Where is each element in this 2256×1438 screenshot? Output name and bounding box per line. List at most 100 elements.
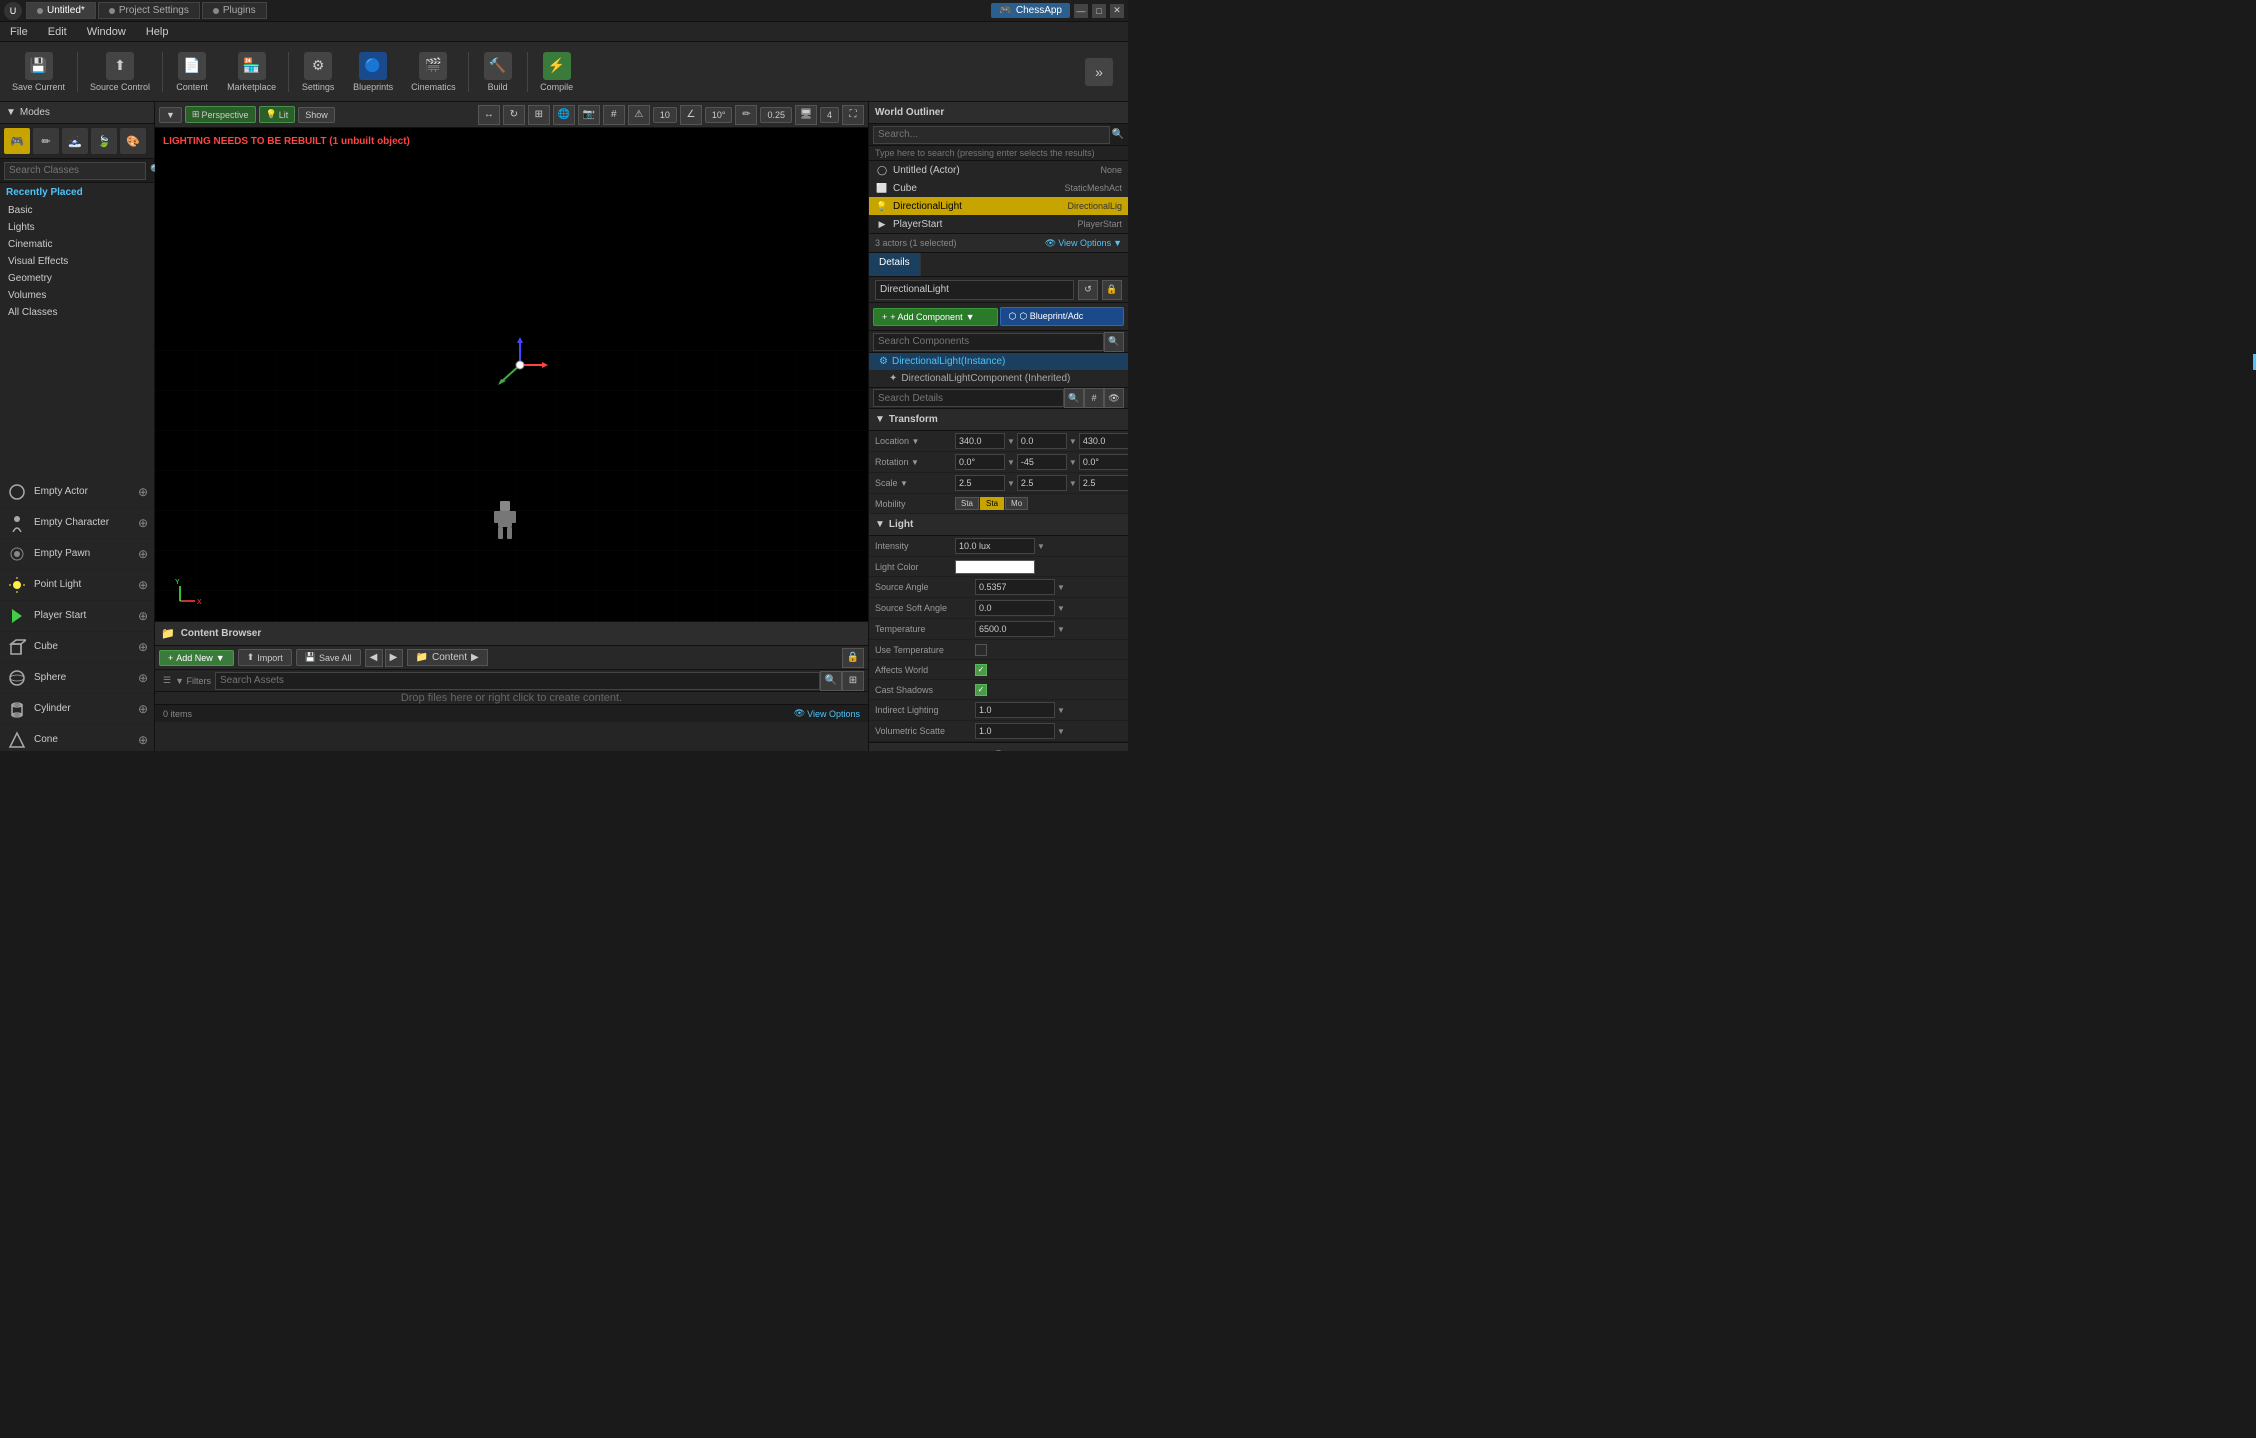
temperature-input[interactable] [975, 621, 1055, 637]
minimize-button[interactable]: — [1074, 4, 1088, 18]
screen-btn[interactable]: 🖥 [795, 105, 817, 125]
mobility-stationary-btn[interactable]: Sta [980, 497, 1004, 510]
scale-value-btn[interactable]: 0.25 [760, 107, 792, 123]
details-refresh-btn[interactable]: ↺ [1078, 280, 1098, 300]
search-details-input[interactable] [873, 389, 1064, 407]
mode-foliage[interactable]: 🍃 [91, 128, 117, 154]
search-assets-input[interactable] [215, 672, 820, 690]
blueprint-button[interactable]: ⬡ ⬡ Blueprint/Adc [1000, 307, 1125, 326]
rotation-z-input[interactable] [1079, 454, 1128, 470]
source-control-button[interactable]: ⬆ Source Control [82, 48, 158, 96]
world-btn[interactable]: 🌐 [553, 105, 575, 125]
category-cinematic[interactable]: Cinematic [0, 236, 154, 253]
viewport-dropdown-btn[interactable]: ▼ [159, 107, 182, 123]
component-item-instance[interactable]: ⚙ DirectionalLight(Instance) [869, 353, 1128, 370]
component-item-inherited[interactable]: ✦ DirectionalLightComponent (Inherited) [869, 370, 1128, 387]
tab-project-settings[interactable]: Project Settings [98, 2, 200, 19]
settings-button[interactable]: ⚙ Settings [293, 48, 343, 96]
affects-world-checkbox[interactable]: ✓ [975, 664, 987, 676]
menu-window[interactable]: Window [83, 26, 130, 38]
category-basic[interactable]: Basic [0, 202, 154, 219]
angle-btn[interactable]: 10° [705, 107, 733, 123]
paint-icon-btn[interactable]: ✏ [735, 105, 757, 125]
place-item-point-light[interactable]: Point Light ⊕ [0, 570, 154, 601]
place-item-empty-actor[interactable]: Empty Actor ⊕ [0, 477, 154, 508]
outliner-item-3[interactable]: ▶ PlayerStart PlayerStart [869, 215, 1128, 233]
mode-paint[interactable]: ✏ [33, 128, 59, 154]
lit-btn[interactable]: 💡 Lit [259, 106, 296, 123]
maximize-button[interactable]: □ [1092, 4, 1106, 18]
menu-help[interactable]: Help [142, 26, 173, 38]
category-volumes[interactable]: Volumes [0, 287, 154, 304]
translate-btn[interactable]: ↔ [478, 105, 500, 125]
intensity-input[interactable] [955, 538, 1035, 554]
location-y-input[interactable] [1017, 433, 1067, 449]
grid-size-btn[interactable]: 10 [653, 107, 677, 123]
scale-y-input[interactable] [1017, 475, 1067, 491]
perspective-btn[interactable]: ⊞ Perspective [185, 106, 256, 123]
place-item-player-start[interactable]: Player Start ⊕ [0, 601, 154, 632]
details-tab[interactable]: Details [869, 253, 921, 276]
place-item-cone[interactable]: Cone ⊕ [0, 725, 154, 752]
scale-x-input[interactable] [955, 475, 1005, 491]
angle-icon-btn[interactable]: ∠ [680, 105, 702, 125]
place-item-empty-pawn[interactable]: Empty Pawn ⊕ [0, 539, 154, 570]
close-button[interactable]: ✕ [1110, 4, 1124, 18]
source-soft-input[interactable] [975, 600, 1055, 616]
scale-z-input[interactable] [1079, 475, 1128, 491]
count-btn[interactable]: 4 [820, 107, 839, 123]
details-lock-btn[interactable]: 🔒 [1102, 280, 1122, 300]
compile-button[interactable]: ⚡ Compile [532, 48, 582, 96]
outliner-item-0[interactable]: ◯ Untitled (Actor) None [869, 161, 1128, 179]
outliner-item-2[interactable]: 💡 DirectionalLight DirectionalLig [869, 197, 1128, 215]
build-button[interactable]: 🔨 Build [473, 48, 523, 96]
cast-shadows-checkbox[interactable]: ✓ [975, 684, 987, 696]
recently-placed-label[interactable]: Recently Placed [0, 183, 154, 202]
cb-back-button[interactable]: ◀ [365, 649, 383, 667]
outliner-view-options-btn[interactable]: 👁 View Options ▼ [1045, 238, 1122, 249]
outliner-item-1[interactable]: ⬜ Cube StaticMeshAct [869, 179, 1128, 197]
cb-view-btn[interactable]: ⊞ [842, 671, 864, 691]
detail-grid-btn[interactable]: # [1084, 388, 1104, 408]
place-item-sphere[interactable]: Sphere ⊕ [0, 663, 154, 694]
outliner-search-input[interactable] [873, 126, 1110, 144]
search-classes-input[interactable] [4, 162, 146, 180]
place-item-cylinder[interactable]: Cylinder ⊕ [0, 694, 154, 725]
detail-eye-btn[interactable]: 👁 [1104, 388, 1124, 408]
cinematics-button[interactable]: 🎬 Cinematics [403, 48, 464, 96]
marketplace-button[interactable]: 🏪 Marketplace [219, 48, 284, 96]
rotation-y-input[interactable] [1017, 454, 1067, 470]
tab-untitled[interactable]: Untitled* [26, 2, 96, 19]
search-components-input[interactable] [873, 333, 1104, 351]
actor-name-input[interactable] [875, 280, 1074, 300]
place-item-cube[interactable]: Cube ⊕ [0, 632, 154, 663]
show-btn[interactable]: Show [298, 107, 335, 123]
cb-forward-button[interactable]: ▶ [385, 649, 403, 667]
mobility-movable-btn[interactable]: Mo [1005, 497, 1028, 510]
expand-button[interactable]: » [1074, 54, 1124, 90]
category-all-classes[interactable]: All Classes [0, 304, 154, 321]
viewport[interactable]: LIGHTING NEEDS TO BE REBUILT (1 unbuilt … [155, 128, 868, 621]
mobility-static-btn[interactable]: Sta [955, 497, 979, 510]
place-item-empty-character[interactable]: Empty Character ⊕ [0, 508, 154, 539]
scale-btn[interactable]: ⊞ [528, 105, 550, 125]
grid-btn[interactable]: # [603, 105, 625, 125]
import-button[interactable]: ⬆ Import [238, 649, 292, 666]
save-current-button[interactable]: 💾 Save Current [4, 48, 73, 96]
location-x-input[interactable] [955, 433, 1005, 449]
menu-edit[interactable]: Edit [44, 26, 71, 38]
mode-place[interactable]: 🎮 [4, 128, 30, 154]
save-all-button[interactable]: 💾 Save All [296, 649, 361, 666]
volumetric-input[interactable] [975, 723, 1055, 739]
blueprints-button[interactable]: 🔵 Blueprints [345, 48, 401, 96]
cb-settings-btn[interactable]: 🔒 [842, 648, 864, 668]
rotate-btn[interactable]: ↻ [503, 105, 525, 125]
cb-view-options-btn[interactable]: 👁 View Options [794, 708, 860, 719]
warn-btn[interactable]: ⚠ [628, 105, 650, 125]
rotation-x-input[interactable] [955, 454, 1005, 470]
source-angle-input[interactable] [975, 579, 1055, 595]
indirect-lighting-input[interactable] [975, 702, 1055, 718]
mode-geometry[interactable]: 🎨 [120, 128, 146, 154]
location-z-input[interactable] [1079, 433, 1128, 449]
use-temperature-checkbox[interactable] [975, 644, 987, 656]
